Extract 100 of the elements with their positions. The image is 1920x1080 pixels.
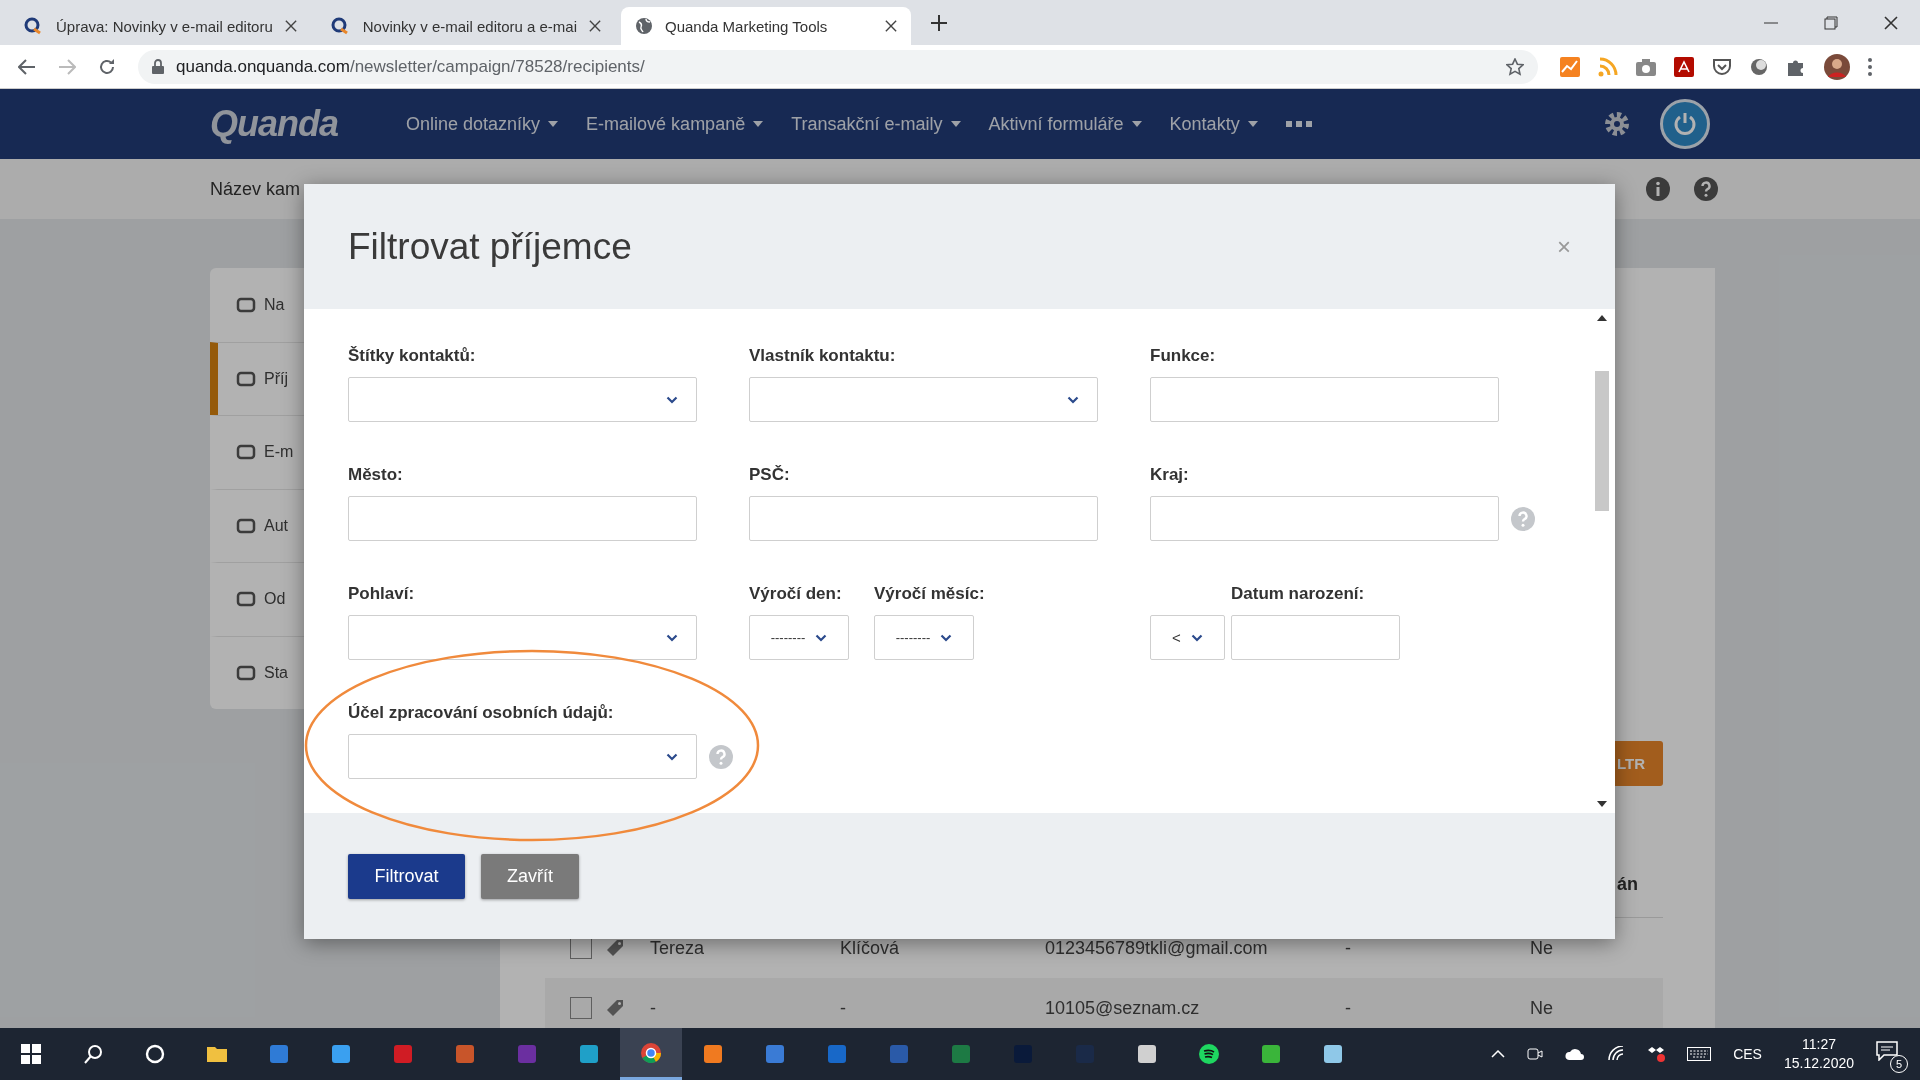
scroll-down-icon[interactable] [1597, 801, 1607, 807]
notification-icon[interactable] [1876, 1041, 1898, 1061]
plus-icon[interactable] [931, 15, 947, 31]
chevron-down-icon [940, 633, 953, 642]
menu-item[interactable]: Transakční e-maily [791, 113, 961, 135]
menu-item[interactable]: Aktivní formuláře [988, 113, 1142, 135]
logo[interactable]: Quanda [210, 103, 338, 145]
field-label: Město: [348, 464, 404, 486]
menu-item[interactable]: Kontakty [1169, 113, 1258, 135]
box-icon[interactable] [1647, 1046, 1666, 1062]
field-label: Vlastník kontaktu: [749, 345, 897, 367]
power-icon [1672, 111, 1698, 137]
text-field[interactable] [1150, 377, 1499, 422]
tag-icon [605, 938, 625, 958]
select-field[interactable] [348, 734, 697, 779]
scrollbar-thumb[interactable] [1595, 371, 1609, 511]
select-field[interactable]: -------- [874, 615, 974, 660]
notification-count: 5 [1890, 1055, 1908, 1073]
text-field[interactable] [749, 496, 1098, 541]
clock[interactable]: 11:27 15.12.2020 [1783, 1035, 1854, 1073]
shopping-bag-icon[interactable] [269, 1044, 289, 1064]
tag-icon [605, 998, 625, 1018]
caret-icon [1131, 121, 1142, 127]
table-cell-text: - [840, 997, 847, 1019]
spreadsheet-icon[interactable] [951, 1044, 971, 1064]
avatar-icon[interactable] [1824, 53, 1850, 80]
circle-icon[interactable] [145, 1044, 165, 1064]
browser-tab[interactable]: Novinky v e-mail editoru a e-mai [316, 7, 615, 45]
power-button[interactable] [1660, 99, 1710, 149]
table-cell-text: Tereza [650, 937, 706, 959]
app-icon[interactable] [1261, 1044, 1281, 1064]
table-cell-text: 0123456789tkli@gmail.com [1045, 937, 1269, 959]
menu-item[interactable]: Online dotazníky [406, 113, 559, 135]
field-label: Funkce: [1150, 345, 1217, 367]
table-cell-text: - [1345, 937, 1352, 959]
search-icon[interactable] [83, 1044, 103, 1064]
close-icon[interactable] [1884, 15, 1898, 30]
folder-icon[interactable] [207, 1044, 227, 1064]
browser-icon[interactable] [641, 1042, 661, 1063]
field-label: PSČ: [749, 464, 791, 486]
row-checkbox[interactable] [570, 997, 592, 1019]
windows-icon[interactable] [21, 1044, 41, 1064]
more-icon[interactable] [1285, 121, 1312, 127]
table-cell-text: Ne [1530, 937, 1554, 959]
scroll-up-icon[interactable] [1597, 315, 1607, 321]
chevron-down-icon [666, 395, 678, 404]
menu-item[interactable]: E-mailové kampaně [586, 113, 764, 135]
chevron-down-icon [815, 633, 828, 642]
lightning-icon[interactable] [331, 1044, 351, 1064]
wifi-icon[interactable] [1607, 1046, 1626, 1062]
cloud-icon[interactable] [1565, 1048, 1586, 1060]
music-icon[interactable] [1199, 1044, 1219, 1064]
info-icon[interactable] [1646, 177, 1670, 201]
text-field[interactable] [1150, 496, 1499, 541]
field-label: Štítky kontaktů: [348, 345, 477, 367]
more-icon[interactable] [1868, 57, 1872, 76]
language-indicator[interactable]: CES [1733, 1046, 1762, 1062]
table-cell-text: - [1345, 997, 1352, 1019]
pocket-icon[interactable] [1712, 57, 1732, 76]
dialog-title: Filtrovat příjemce [348, 225, 632, 268]
field-label: Datum narození: [1231, 583, 1366, 605]
select-field[interactable] [348, 377, 697, 422]
settings-icon[interactable] [1604, 111, 1630, 137]
select-field[interactable]: -------- [749, 615, 849, 660]
camera-icon[interactable] [1527, 1046, 1544, 1062]
app-icon[interactable] [1137, 1044, 1157, 1064]
app-icon[interactable] [1323, 1044, 1343, 1064]
reload-icon[interactable] [98, 57, 116, 76]
browser-tab[interactable]: Úprava: Novinky v e-mail editoru [10, 7, 311, 45]
star-icon[interactable] [1506, 57, 1524, 76]
table-cell-text: Ne [1530, 997, 1554, 1019]
date-field[interactable] [1231, 615, 1400, 660]
restore-icon[interactable] [1824, 15, 1838, 30]
field-label: Účel zpracování osobních údajů: [348, 702, 615, 724]
caret-icon [1247, 121, 1258, 127]
column-header[interactable]: án [1617, 874, 1638, 895]
filter-button[interactable]: Filtrovat [348, 854, 465, 899]
table-cell-text: 10105@seznam.cz [1045, 997, 1201, 1019]
pdf-icon[interactable] [1674, 56, 1694, 77]
chart-icon[interactable] [1560, 56, 1580, 77]
operator-select[interactable]: < [1150, 615, 1225, 660]
text-field[interactable] [348, 496, 697, 541]
address-bar[interactable]: quanda.onquanda.com/newsletter/campaign/78528/recipients/ [138, 49, 1538, 84]
browser-icon[interactable] [703, 1044, 723, 1064]
sidebar-item[interactable]: Na [210, 268, 480, 342]
mail-icon[interactable] [827, 1044, 847, 1064]
close-icon[interactable] [589, 20, 601, 32]
close-button[interactable]: Zavřít [481, 854, 579, 899]
select-field[interactable] [749, 377, 1098, 422]
back-arrow-icon[interactable] [18, 58, 36, 75]
keyboard-icon[interactable] [1687, 1047, 1712, 1061]
help-icon[interactable] [1694, 177, 1718, 201]
close-icon[interactable] [885, 20, 897, 32]
close-icon[interactable] [284, 20, 297, 32]
chevron-up-icon[interactable] [1491, 1050, 1506, 1058]
browser-icon[interactable] [579, 1044, 599, 1064]
select-field[interactable] [348, 615, 697, 660]
field-label: Výročí měsíc: [874, 583, 985, 605]
browser-tab[interactable]: Quanda Marketing Tools [621, 7, 911, 45]
caret-icon [548, 121, 559, 127]
